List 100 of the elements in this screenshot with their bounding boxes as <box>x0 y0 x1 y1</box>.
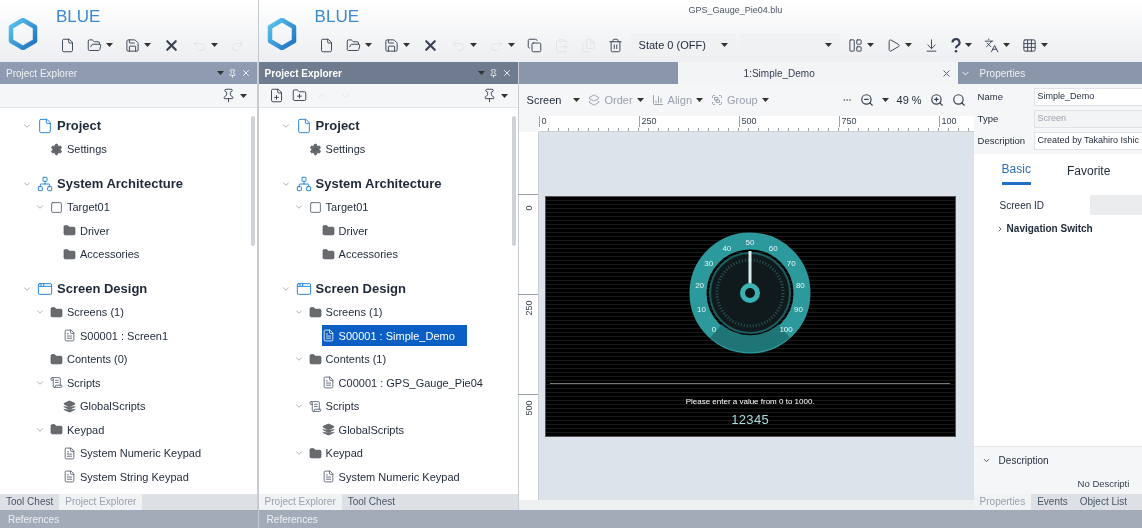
network-icon <box>37 175 53 192</box>
tree-item[interactable]: System Numeric Keypad <box>321 466 472 488</box>
panel-tab[interactable]: Object List <box>1073 494 1133 510</box>
tree-item[interactable]: Accessories <box>321 243 410 265</box>
pin-icon[interactable] <box>228 68 237 78</box>
gauge-tick-label: 60 <box>768 243 778 253</box>
tree-item[interactable]: Screens (1) <box>308 301 395 323</box>
folder-icon <box>50 423 63 437</box>
view-tab[interactable]: Favorite <box>1066 160 1111 185</box>
app-name: BLUE <box>56 6 101 28</box>
zoom-in-icon[interactable] <box>929 93 944 107</box>
tree-item[interactable]: Driver <box>63 220 122 242</box>
tree-item[interactable]: Settings <box>308 138 378 160</box>
folder-icon <box>321 224 335 238</box>
caret-icon <box>240 93 247 98</box>
folder-icon <box>63 224 76 238</box>
settings-icon <box>50 142 63 156</box>
tree-item[interactable]: Keypad <box>50 419 117 441</box>
caret-icon <box>211 43 218 47</box>
panel-tab[interactable]: Tool Chest <box>0 494 60 510</box>
tree-item[interactable]: Target01 <box>50 196 122 218</box>
caret-icon <box>469 43 477 47</box>
app-name: BLUE <box>314 6 360 28</box>
tree-item[interactable]: Contents (0) <box>50 348 140 370</box>
document-tab[interactable]: 1:Simple_Demo <box>677 62 958 84</box>
value-display: 12345 <box>731 411 769 429</box>
ruler-label: 500 <box>523 400 534 416</box>
tree-item[interactable]: Screen Design <box>295 278 418 300</box>
text-field[interactable]: Created by Takahiro Ishic <box>1033 132 1142 150</box>
gauge-tick-label: 30 <box>704 259 714 268</box>
window-icon <box>37 280 53 297</box>
folder-icon <box>50 305 63 319</box>
caret-icon <box>720 43 728 47</box>
tree-item[interactable]: Scripts <box>50 372 113 394</box>
view-tab[interactable]: Basic <box>1001 160 1031 185</box>
document-icon <box>321 329 335 343</box>
ruler-label: 0 <box>523 205 534 211</box>
square-icon <box>308 200 322 214</box>
tree-item[interactable]: Screens (1) <box>50 301 136 323</box>
document-icon <box>321 376 335 390</box>
document-icon <box>63 470 76 484</box>
gauge-tick-label: 70 <box>786 259 796 268</box>
layer-dropdown[interactable]: Screen <box>526 91 581 109</box>
tree-item[interactable]: Screen Design <box>37 278 160 300</box>
tree-item[interactable]: S00001 : Simple_Demo <box>321 325 467 347</box>
close-icon[interactable] <box>501 68 512 78</box>
file-icon <box>295 117 312 134</box>
gauge-tick-label: 90 <box>794 304 804 314</box>
tree-item[interactable]: C00001 : GPS_Gauge_Pie04 <box>321 372 495 394</box>
tree-item[interactable]: Scripts <box>308 395 372 417</box>
references-title: References <box>8 512 60 527</box>
close-icon[interactable] <box>940 67 952 79</box>
scrollbar[interactable] <box>251 116 255 246</box>
caret-icon <box>696 98 704 102</box>
tree-item[interactable]: Contents (1) <box>308 348 399 370</box>
caret-icon <box>1040 43 1048 47</box>
field-label: Name <box>977 89 1004 104</box>
collapsible-section[interactable]: Navigation Switch <box>973 215 1142 236</box>
folder-icon <box>63 247 76 261</box>
field-label: Description <box>977 133 1027 148</box>
panel-tab[interactable]: Tool Chest <box>341 494 401 510</box>
zoom-fit-icon[interactable] <box>951 93 966 107</box>
caret-icon <box>507 43 515 47</box>
document-icon <box>63 329 76 343</box>
group-icon <box>711 94 724 106</box>
tree-item[interactable]: System String Keypad <box>63 466 201 488</box>
tree-item[interactable]: S00001 : Screen1 <box>63 325 181 347</box>
caret-icon <box>106 43 113 47</box>
zoom-out-icon[interactable] <box>859 93 874 107</box>
caret-icon <box>144 43 151 47</box>
collapsible-section[interactable]: Description <box>973 446 1142 468</box>
tree-item[interactable]: Accessories <box>63 243 152 265</box>
panel-title: Project Explorer <box>6 66 78 81</box>
panel-tab[interactable]: Events <box>1031 494 1074 510</box>
caret-icon <box>500 93 508 98</box>
references-title: References <box>266 512 318 527</box>
file-title: GPS_Gauge_Pie04.blu <box>688 4 783 17</box>
tree-item[interactable]: Driver <box>321 220 380 242</box>
close-icon[interactable] <box>241 68 251 78</box>
tree-item[interactable]: System Architecture <box>295 173 454 195</box>
scrollbar[interactable] <box>511 116 516 246</box>
tree-item[interactable]: Project <box>295 115 372 137</box>
tree-item[interactable]: System Architecture <box>37 173 195 195</box>
file-icon <box>37 117 53 134</box>
tree-item[interactable]: Settings <box>50 138 119 160</box>
tree-item[interactable]: Keypad <box>308 442 375 464</box>
tree-item[interactable]: System Numeric Keypad <box>63 442 214 464</box>
tree-item[interactable]: GlobalScripts <box>321 419 417 441</box>
tree-item[interactable]: GlobalScripts <box>63 395 158 417</box>
tree-item[interactable]: Target01 <box>308 196 381 218</box>
square-icon <box>50 200 63 214</box>
tree-item[interactable]: Project <box>37 115 114 137</box>
text-field[interactable]: Simple_Demo <box>1033 88 1142 106</box>
document-icon <box>321 470 335 484</box>
caret-icon <box>964 43 972 47</box>
window-icon <box>295 280 312 297</box>
caret-icon <box>904 43 912 47</box>
pin-icon[interactable] <box>488 68 498 78</box>
panel-menu-icon <box>217 71 224 75</box>
field-label: Screen ID <box>999 198 1046 213</box>
